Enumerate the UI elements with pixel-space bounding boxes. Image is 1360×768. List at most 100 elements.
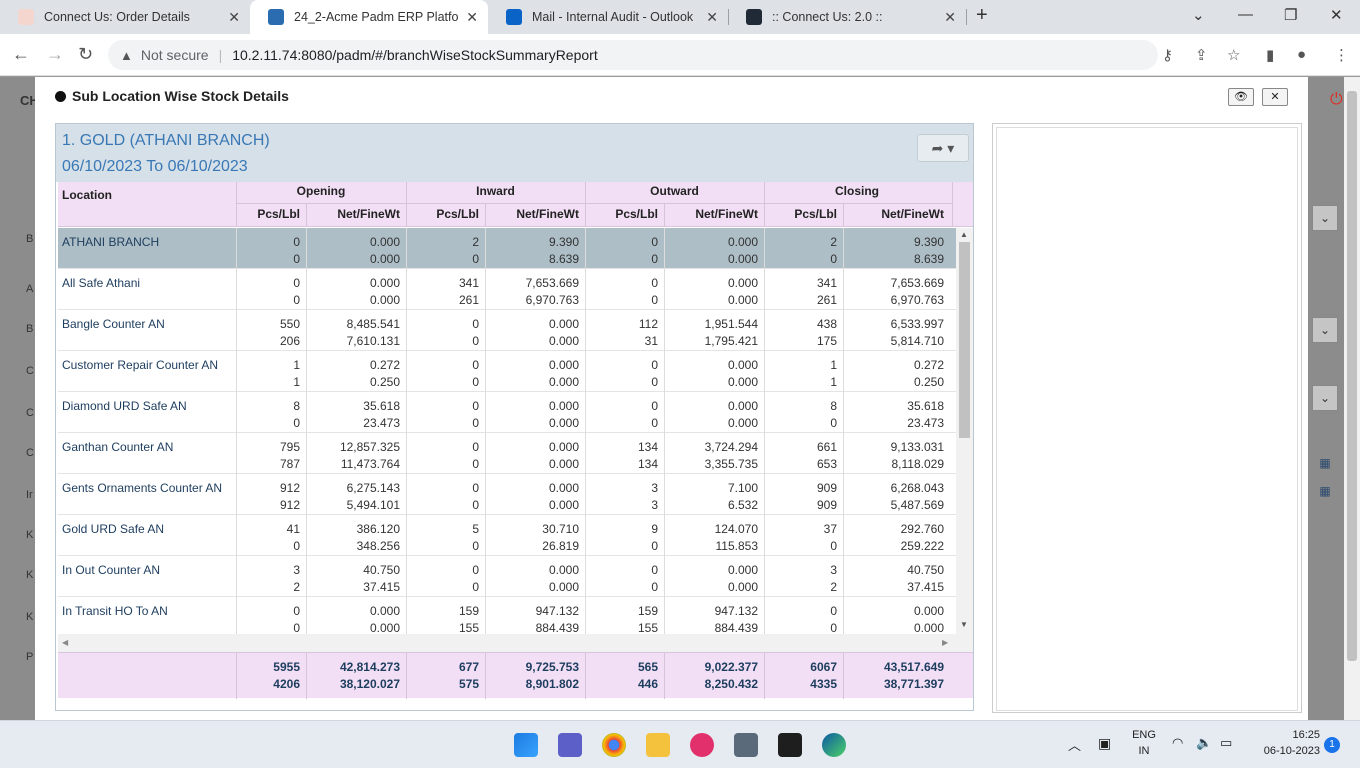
back-arrow-icon[interactable]: ←	[12, 44, 30, 65]
browser-menu-icon[interactable]: ⋮	[1334, 46, 1349, 64]
grid-vertical-scrollbar[interactable]: ▲ ▼	[956, 228, 973, 634]
scroll-left-arrow-icon[interactable]: ◀	[62, 638, 68, 647]
page-scrollbar[interactable]	[1344, 77, 1360, 720]
location-cell[interactable]: Bangle Counter AN	[62, 316, 165, 333]
tab-search-chevron-icon[interactable]: ⌄	[1192, 6, 1205, 24]
side-panel-icon[interactable]: ▮	[1266, 46, 1274, 64]
battery-icon[interactable]: ▭	[1220, 735, 1232, 751]
close-tab-icon[interactable]: ✕	[944, 9, 956, 26]
pcs-lbl-cell: 0	[472, 334, 479, 348]
bg-dropdown-chevron-icon[interactable]: ⌄	[1312, 205, 1338, 231]
browser-tab-order-details[interactable]: Connect Us: Order Details ✕	[0, 0, 250, 34]
close-modal-button[interactable]: ✕	[1262, 88, 1288, 106]
table-row[interactable]: ATHANI BRANCH 0 0 0.000 0.000 2 0 9.390 8.639 0 0 0…	[58, 228, 956, 269]
location-cell[interactable]: In Transit HO To AN	[62, 603, 168, 620]
net-fine-wt-cell: 7,653.669	[890, 276, 944, 290]
column-line	[406, 515, 407, 556]
volume-icon[interactable]: 🔈	[1196, 735, 1212, 751]
net-fine-wt-cell: 35.618	[907, 399, 944, 413]
power-off-icon[interactable]: ⏻	[1330, 91, 1343, 109]
tray-app-icon[interactable]: ▣	[1098, 735, 1111, 752]
pcs-lbl-header[interactable]: Pcs/Lbl	[236, 207, 300, 221]
start-windows-icon[interactable]	[514, 733, 538, 757]
close-tab-icon[interactable]: ✕	[228, 9, 240, 26]
scroll-up-arrow-icon[interactable]: ▲	[960, 230, 968, 239]
page-scrollbar-thumb[interactable]	[1347, 91, 1357, 661]
bookmark-star-icon[interactable]: ☆	[1227, 46, 1240, 64]
bg-dropdown-chevron-icon[interactable]: ⌄	[1312, 385, 1338, 411]
net-fine-wt-header[interactable]: Net/FineWt	[306, 207, 400, 221]
app-icon[interactable]	[690, 733, 714, 757]
browser-tab-erp-platform[interactable]: 24_2-Acme Padm ERP Platform ✕	[250, 0, 488, 34]
location-cell[interactable]: In Out Counter AN	[62, 562, 160, 579]
pcs-lbl-header[interactable]: Pcs/Lbl	[585, 207, 658, 221]
teams-icon[interactable]	[558, 733, 582, 757]
pcs-lbl-header[interactable]: Pcs/Lbl	[406, 207, 479, 221]
forward-arrow-icon[interactable]: →	[46, 44, 64, 65]
grid-scrollbar-thumb[interactable]	[959, 242, 970, 438]
chrome-icon[interactable]	[602, 733, 626, 757]
location-cell[interactable]: Gold URD Safe AN	[62, 521, 164, 538]
profile-avatar-icon[interactable]: ●	[1297, 46, 1306, 63]
table-row[interactable]: Gold URD Safe AN 41 0 386.120 348.256 5 0 30.71…	[58, 515, 956, 556]
net-fine-wt-cell: 23.473	[907, 416, 944, 430]
location-header[interactable]: Location	[62, 188, 112, 202]
bg-dropdown-chevron-icon[interactable]: ⌄	[1312, 317, 1338, 343]
export-share-button[interactable]: ➦ ▾	[917, 134, 969, 162]
browser-tab-connect-us[interactable]: :: Connect Us: 2.0 :: ✕	[728, 0, 966, 34]
grid-horizontal-scrollbar[interactable]: ◀ ▶	[58, 634, 973, 652]
scroll-right-arrow-icon[interactable]: ▶	[942, 638, 948, 647]
clock[interactable]: 16:25 06-10-2023	[1250, 729, 1320, 757]
calendar-icon[interactable]: ▦	[1312, 451, 1338, 477]
url-text[interactable]: 10.2.11.74:8080/padm/#/branchWiseStockSu…	[232, 47, 598, 63]
tray-chevron-up-icon[interactable]: ︿	[1068, 735, 1081, 754]
minimize-icon[interactable]: —	[1238, 6, 1253, 23]
security-label[interactable]: Not secure	[141, 47, 209, 63]
scroll-down-arrow-icon[interactable]: ▼	[960, 620, 968, 629]
new-tab-icon[interactable]: +	[976, 4, 988, 27]
close-tab-icon[interactable]: ✕	[466, 9, 478, 26]
restore-icon[interactable]: ❐	[1284, 6, 1297, 24]
location-cell[interactable]: Ganthan Counter AN	[62, 439, 173, 456]
close-tab-icon[interactable]: ✕	[706, 9, 718, 26]
reload-icon[interactable]: ↻	[78, 44, 93, 65]
table-row[interactable]: In Out Counter AN 3 2 40.750 37.415 0 0 0.000 0.…	[58, 556, 956, 597]
column-line	[843, 310, 844, 351]
location-cell[interactable]: All Safe Athani	[62, 275, 140, 292]
net-fine-wt-header[interactable]: Net/FineWt	[664, 207, 758, 221]
pcs-lbl-cell: 0	[472, 358, 479, 372]
warning-triangle-icon[interactable]: ▲	[120, 48, 133, 63]
share-icon[interactable]: ⇪	[1195, 46, 1208, 64]
location-cell[interactable]: ATHANI BRANCH	[62, 234, 159, 251]
sticky-notes-icon[interactable]	[778, 733, 802, 757]
table-row[interactable]: Bangle Counter AN 550 206 8,485.541 7,610.13…	[58, 310, 956, 351]
table-row[interactable]: Gents Ornaments Counter AN 912 912 6,275.14…	[58, 474, 956, 515]
app-icon[interactable]	[734, 733, 758, 757]
table-row[interactable]: In Transit HO To AN 0 0 0.000 0.000 159 155 947…	[58, 597, 956, 634]
language-indicator[interactable]: ENG IN	[1126, 729, 1162, 757]
location-cell[interactable]: Gents Ornaments Counter AN	[62, 480, 222, 497]
table-row[interactable]: Ganthan Counter AN 795 787 12,857.325 11,473…	[58, 433, 956, 474]
file-explorer-icon[interactable]	[646, 733, 670, 757]
hide-eye-icon[interactable]: 👁	[1228, 88, 1254, 106]
column-line	[406, 597, 407, 634]
pcs-lbl-header[interactable]: Pcs/Lbl	[764, 207, 837, 221]
net-fine-wt-header[interactable]: Net/FineWt	[843, 207, 944, 221]
close-window-icon[interactable]: ✕	[1330, 6, 1343, 24]
address-bar[interactable]: ▲ Not secure | 10.2.11.74:8080/padm/#/br…	[108, 40, 1158, 70]
edge-icon[interactable]	[822, 733, 846, 757]
net-fine-wt-header[interactable]: Net/FineWt	[485, 207, 579, 221]
pcs-lbl-cell: 261	[816, 293, 837, 307]
table-row[interactable]: Diamond URD Safe AN 8 0 35.618 23.473 0 0 0.000…	[58, 392, 956, 433]
browser-tab-outlook[interactable]: Mail - Internal Audit - Outlook ✕	[488, 0, 728, 34]
notification-badge[interactable]: 1	[1324, 737, 1340, 753]
wifi-icon[interactable]: ◠	[1172, 735, 1183, 751]
opening-header: Opening	[296, 184, 346, 198]
table-row[interactable]: All Safe Athani 0 0 0.000 0.000 341 261 7,653.6…	[58, 269, 956, 310]
calendar-icon[interactable]: ▦	[1312, 479, 1338, 505]
key-icon[interactable]: ⚷	[1162, 46, 1173, 64]
table-row[interactable]: Customer Repair Counter AN 1 1 0.272 0.250 0 0…	[58, 351, 956, 392]
column-line	[585, 556, 586, 597]
location-cell[interactable]: Customer Repair Counter AN	[62, 357, 218, 374]
location-cell[interactable]: Diamond URD Safe AN	[62, 398, 187, 415]
